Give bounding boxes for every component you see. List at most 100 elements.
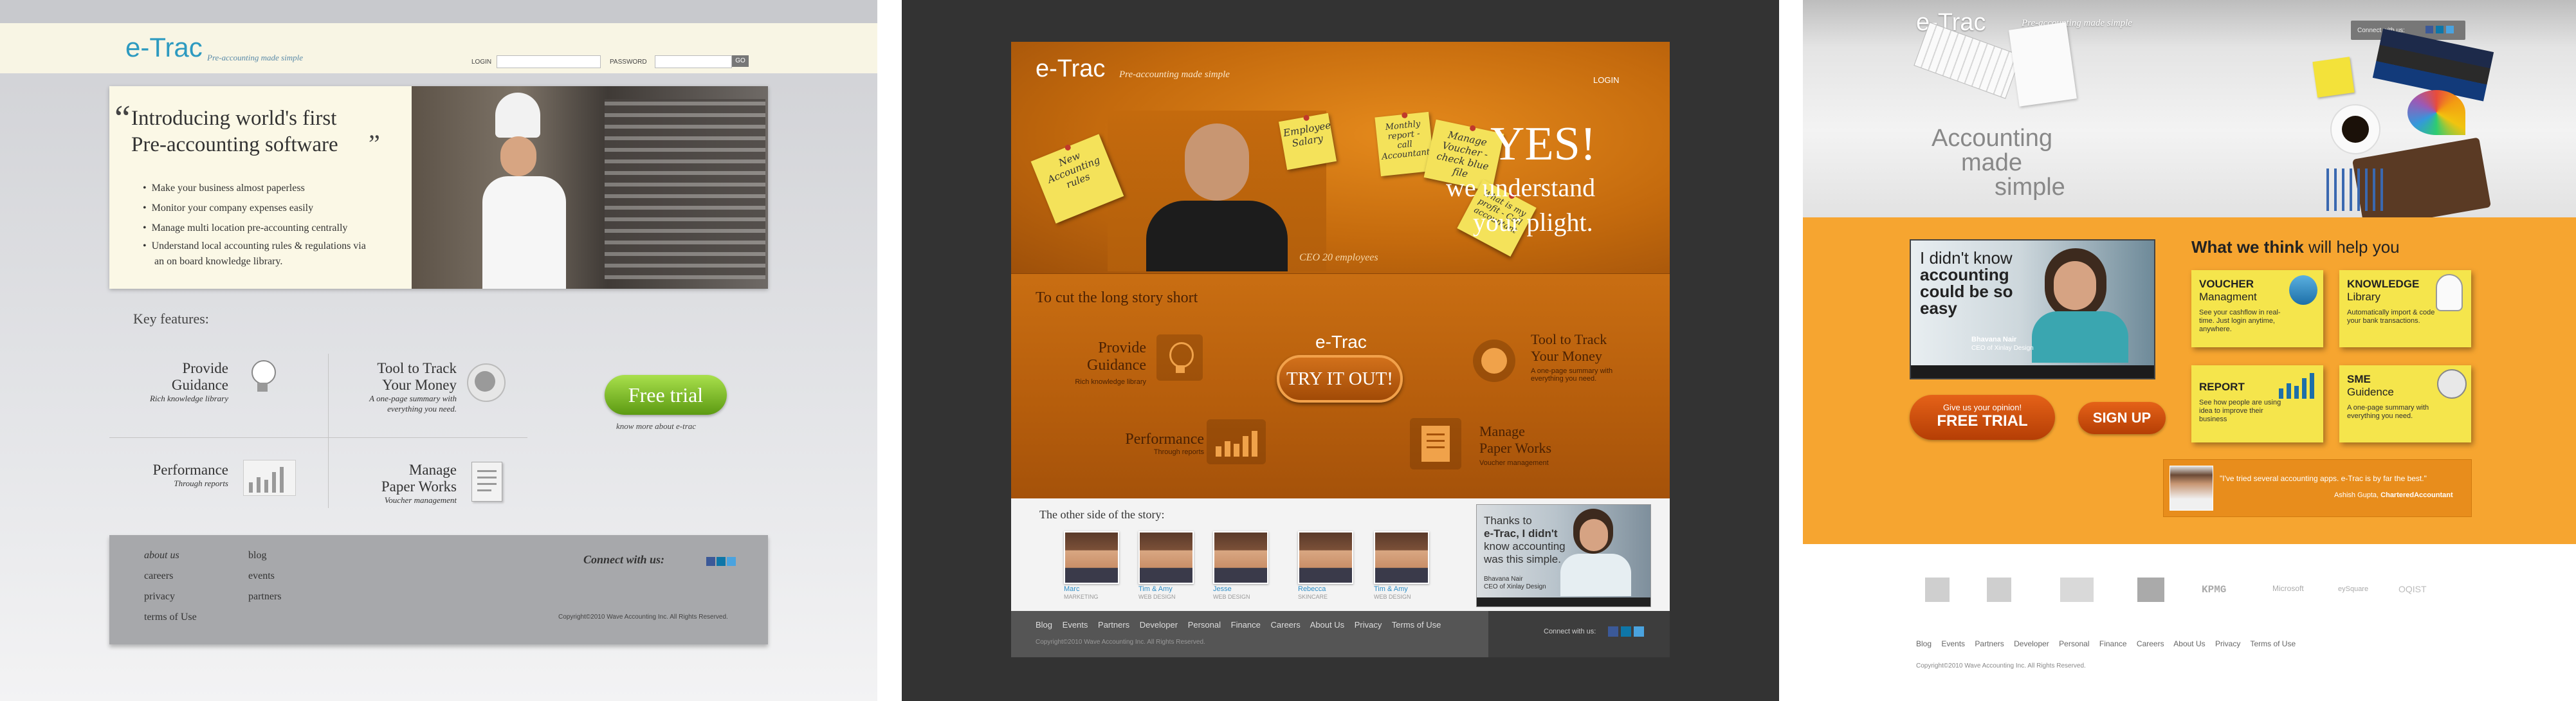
feature-divider-v: [328, 354, 329, 508]
card-sme[interactable]: SME Guidence A one-page summary with eve…: [2339, 365, 2471, 442]
footer-link[interactable]: Personal: [2059, 639, 2089, 648]
feature-guidance[interactable]: Provide Guidance Rich knowledge library: [1030, 340, 1146, 386]
logo[interactable]: e-Trac: [125, 32, 203, 63]
footer-link-about[interactable]: about us: [144, 545, 197, 566]
partner-logo: [2060, 578, 2094, 602]
footer-link[interactable]: About Us: [1310, 620, 1344, 630]
footer-link[interactable]: Careers: [1271, 620, 1301, 630]
facebook-icon[interactable]: [2425, 26, 2433, 33]
footer-link[interactable]: Personal: [1188, 620, 1221, 630]
footer-link-events[interactable]: events: [248, 566, 282, 587]
person-photo[interactable]: [1064, 531, 1119, 584]
compass-icon: [1473, 340, 1515, 382]
free-trial-button[interactable]: Give us your opinion! FREE TRIAL: [1910, 395, 2055, 440]
facebook-icon[interactable]: [706, 557, 715, 566]
footer-link[interactable]: Privacy: [1355, 620, 1382, 630]
footer-link[interactable]: Partners: [1098, 620, 1129, 630]
person-photo[interactable]: [1298, 531, 1353, 584]
footer-link[interactable]: Developer: [1140, 620, 1178, 630]
testimonial-avatar: [2170, 466, 2213, 511]
video-controls[interactable]: [1911, 365, 2154, 378]
sign-up-button[interactable]: SIGN UP: [2078, 402, 2166, 434]
we-understand: we understand: [1446, 173, 1596, 202]
person-caption: Rebecca SKINCARE: [1298, 585, 1328, 600]
sticky-note: Employee Salary: [1278, 113, 1337, 170]
footer-link[interactable]: Finance: [1231, 620, 1261, 630]
footer-box: [109, 535, 768, 644]
twitter-icon[interactable]: [1634, 626, 1644, 637]
footer-links: Blog Events Partners Developer Personal …: [1036, 620, 1441, 630]
footer-link[interactable]: Terms of Use: [2250, 639, 2296, 648]
go-button[interactable]: GO: [732, 55, 749, 67]
person-caption: Marc MARKETING: [1064, 585, 1099, 600]
footer-link[interactable]: Partners: [1975, 639, 2004, 648]
footer-link[interactable]: Events: [1941, 639, 1965, 648]
twitter-icon[interactable]: [727, 557, 736, 566]
bullet: • Monitor your company expenses easily: [143, 203, 314, 214]
lightbulb-icon: [2436, 274, 2463, 311]
person-photo[interactable]: [1138, 531, 1194, 584]
feature-performance[interactable]: Performance Through reports: [1088, 431, 1204, 456]
person-photo[interactable]: [1374, 531, 1429, 584]
linkedin-icon[interactable]: [2436, 26, 2444, 33]
know-more-link[interactable]: know more about e-trac: [616, 421, 696, 432]
person-photo[interactable]: [1213, 531, 1268, 584]
tagline: Pre-accounting made simple: [1119, 69, 1230, 80]
footer-links-col1: about us careers privacy terms of Use: [144, 545, 197, 628]
partner-logo: eySquare: [2338, 585, 2369, 593]
footer-link[interactable]: Events: [1063, 620, 1088, 630]
chef-photo: [412, 86, 768, 289]
bullet: • Make your business almost paperless: [143, 183, 305, 194]
card-report[interactable]: REPORT See how people are using idea to …: [2191, 365, 2323, 442]
close-quote: ”: [369, 129, 380, 158]
footer-link-blog[interactable]: blog: [248, 545, 282, 566]
free-trial-button[interactable]: Free trial: [605, 375, 727, 415]
key-features-heading: Key features:: [133, 311, 209, 327]
footer-link[interactable]: Terms of Use: [1392, 620, 1441, 630]
coffee-cup-image: [2330, 104, 2380, 154]
footer-link[interactable]: Careers: [2137, 639, 2164, 648]
feature-track-money[interactable]: Tool to Track Your Money A one-page summ…: [334, 360, 457, 414]
partner-logo: [1987, 578, 2011, 602]
open-quote: “: [114, 98, 131, 138]
footer-link[interactable]: Blog: [1916, 639, 1932, 648]
footer-link[interactable]: About Us: [2173, 639, 2205, 648]
document-icon: [471, 462, 502, 502]
footer-link[interactable]: Developer: [2014, 639, 2049, 648]
login-link[interactable]: LOGIN: [1593, 75, 1619, 85]
card-voucher[interactable]: VOUCHER Managment See your cashflow in r…: [2191, 270, 2323, 347]
card-knowledge[interactable]: KNOWLEDGE Library Automatically import &…: [2339, 270, 2471, 347]
panel-design-1: e-Trac Pre-accounting made simple LOGIN …: [0, 0, 877, 701]
footer-link-careers[interactable]: careers: [144, 566, 197, 587]
testimonial-author: Ashish Gupta, CharteredAccountant: [2334, 491, 2453, 499]
password-input[interactable]: [655, 55, 732, 68]
logo[interactable]: e-Trac: [1036, 55, 1105, 83]
footer-link-privacy[interactable]: privacy: [144, 587, 197, 607]
footer-link[interactable]: Privacy: [2215, 639, 2240, 648]
twitter-icon[interactable]: [2446, 26, 2454, 33]
footer-link[interactable]: Finance: [2099, 639, 2127, 648]
video-quote: I didn't know accounting could be so eas…: [1920, 248, 2013, 318]
footer-link-partners[interactable]: partners: [248, 587, 282, 607]
linkedin-icon[interactable]: [717, 557, 726, 566]
feature-paper-works[interactable]: Manage Paper Works Voucher management: [1479, 423, 1551, 467]
try-it-out-button[interactable]: TRY IT OUT!: [1277, 355, 1403, 403]
panel-design-3: e-Trac Pre-accounting made simple Connec…: [1803, 0, 2576, 701]
chef-hat: [495, 93, 540, 138]
linkedin-icon[interactable]: [1621, 626, 1631, 637]
footer-links: Blog Events Partners Developer Personal …: [1916, 639, 2296, 648]
feature-performance[interactable]: Performance Through reports: [129, 462, 229, 489]
yes-heading: YES!: [1490, 118, 1596, 170]
feature-paper-works[interactable]: Manage Paper Works Voucher management: [334, 462, 457, 505]
cut-long-heading: To cut the long story short: [1036, 289, 1198, 306]
footer-link[interactable]: Blog: [1036, 620, 1052, 630]
sticky-note-image: [2312, 57, 2355, 98]
video-controls[interactable]: [1477, 597, 1650, 606]
footer-links-col2: blog events partners: [248, 545, 282, 607]
feature-guidance[interactable]: Provide Guidance Rich knowledge library: [129, 360, 228, 404]
free-trial-label: FREE TRIAL: [1937, 412, 2028, 430]
facebook-icon[interactable]: [1608, 626, 1618, 637]
footer-link-terms[interactable]: terms of Use: [144, 607, 197, 628]
feature-track-money[interactable]: Tool to Track Your Money A one-page summ…: [1531, 331, 1640, 383]
login-input[interactable]: [497, 55, 601, 68]
